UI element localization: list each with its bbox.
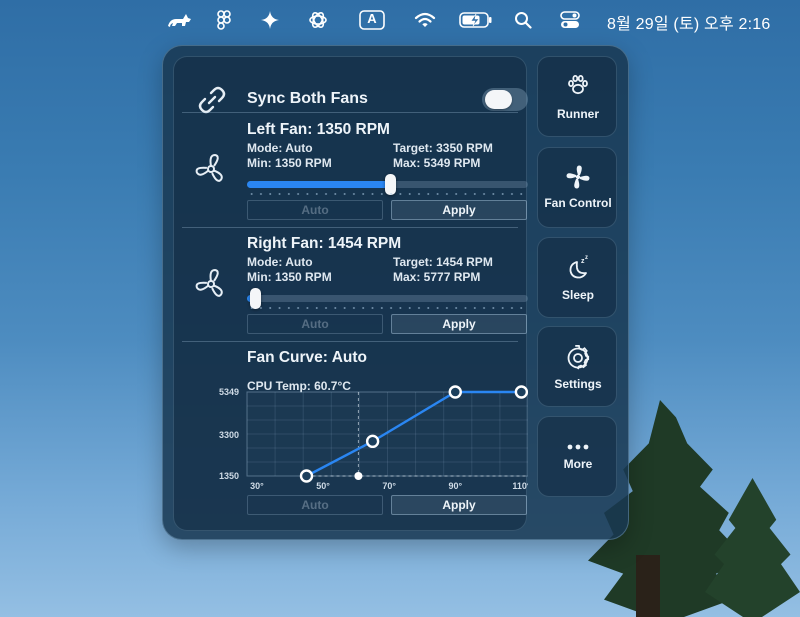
sidebar-item-runner[interactable]: Runner [537, 56, 617, 137]
fan-icon [538, 164, 618, 190]
cat-icon[interactable] [164, 9, 194, 31]
sidebar-item-label: Runner [557, 107, 599, 121]
openai-icon[interactable] [306, 9, 330, 31]
fan-curve-apply-button[interactable]: Apply [391, 495, 527, 515]
x-tick-label: 50° [316, 481, 330, 491]
svg-text:z: z [585, 255, 588, 261]
sidebar-item-fan-control[interactable]: Fan Control [537, 147, 617, 228]
fan-curve-control-point[interactable] [365, 434, 380, 449]
sidebar-item-more[interactable]: More [537, 416, 617, 497]
sidebar-item-label: More [563, 457, 593, 471]
paw-icon [538, 73, 618, 97]
figma-icon[interactable] [214, 9, 234, 31]
search-icon[interactable] [513, 9, 533, 31]
fan-curve-control-point[interactable] [514, 385, 528, 399]
gear-icon [538, 345, 618, 371]
sidebar-item-label: Settings [554, 377, 602, 391]
x-tick-label: 110° [512, 481, 528, 491]
sidebar-item-sleep[interactable]: zz Sleep [537, 237, 617, 318]
x-tick-label: 90° [448, 481, 462, 491]
x-tick-label: 70° [382, 481, 396, 491]
fan-curve-chart[interactable]: 1350 3300 5349 30° 50° 70° 90° 110° [174, 57, 528, 497]
sparkle-icon[interactable] [259, 9, 281, 31]
y-tick-label: 3300 [219, 430, 239, 440]
sidebar-item-label: Fan Control [544, 196, 612, 210]
battery-icon[interactable] [458, 9, 494, 31]
fan-control-popover: Sync Both Fans Left Fan: 1350 RPM Mode: … [162, 45, 629, 540]
tree-trunk [636, 555, 660, 617]
menu-bar: A 8월 29일 (토) 오후 2:16 [0, 0, 800, 38]
sidebar-item-settings[interactable]: Settings [537, 326, 617, 407]
moon-zz-icon: zz [538, 254, 618, 282]
menu-bar-clock[interactable]: 8월 29일 (토) 오후 2:16 [607, 10, 770, 34]
input-source-icon[interactable]: A [358, 9, 386, 31]
wifi-icon[interactable] [413, 9, 437, 31]
fan-curve-control-point[interactable] [448, 385, 462, 399]
input-source-letter: A [367, 11, 377, 26]
x-tick-label: 30° [250, 481, 264, 491]
fan-curve-auto-button[interactable]: Auto [247, 495, 383, 515]
fan-curve-control-point[interactable] [299, 469, 314, 483]
fan-settings-card: Sync Both Fans Left Fan: 1350 RPM Mode: … [173, 56, 528, 531]
sidebar-item-label: Sleep [561, 288, 594, 302]
y-tick-label: 5349 [219, 387, 239, 397]
current-temp-point [354, 472, 363, 480]
ellipsis-icon [538, 443, 618, 451]
y-tick-label: 1350 [219, 471, 239, 481]
control-center-icon[interactable] [559, 9, 581, 31]
